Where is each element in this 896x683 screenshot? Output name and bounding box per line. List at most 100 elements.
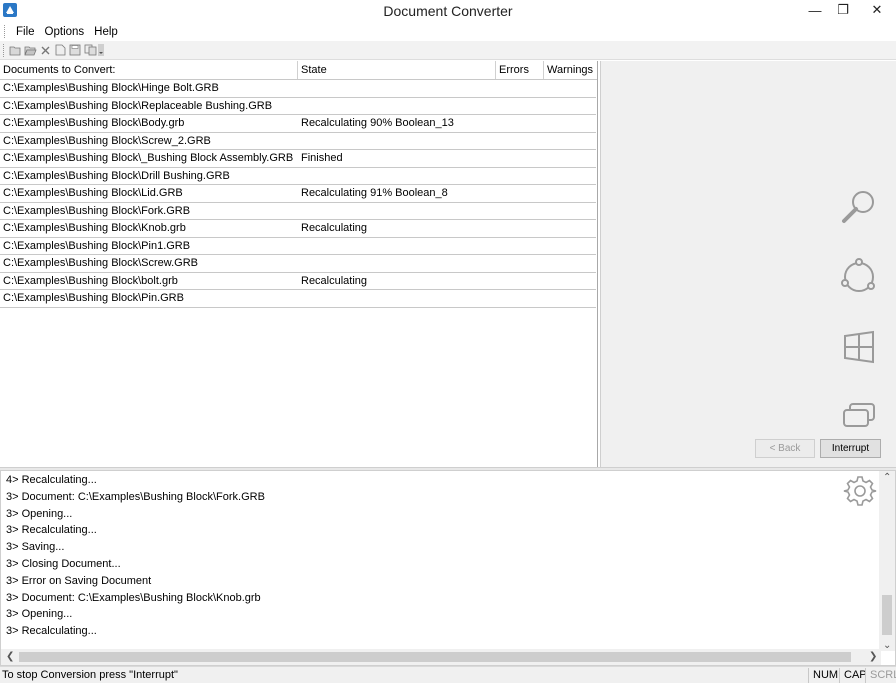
toolbar-overflow-icon[interactable]: [98, 44, 104, 57]
table-row[interactable]: C:\Examples\Bushing Block\Drill Bushing.…: [0, 168, 596, 185]
open-folder-icon[interactable]: [23, 44, 37, 57]
scroll-down-icon[interactable]: ⌄: [883, 640, 891, 651]
log-line: 3> Error on Saving Document: [6, 574, 152, 587]
close-button[interactable]: ✕: [860, 0, 894, 20]
warnings-cell: [544, 185, 594, 202]
table-row[interactable]: C:\Examples\Bushing Block\Replaceable Bu…: [0, 98, 596, 115]
document-cell: C:\Examples\Bushing Block\Hinge Bolt.GRB: [3, 82, 219, 94]
document-cell: C:\Examples\Bushing Block\Lid.GRB: [3, 187, 183, 199]
errors-cell: [496, 273, 544, 290]
column-header-state[interactable]: State: [298, 61, 496, 79]
menu-grip: [4, 25, 7, 38]
errors-cell: [496, 220, 544, 237]
state-cell: Recalculating: [301, 222, 368, 234]
column-header-documents[interactable]: Documents to Convert:: [0, 61, 298, 79]
document-cell: C:\Examples\Bushing Block\Drill Bushing.…: [3, 169, 230, 182]
column-header-errors[interactable]: Errors: [496, 61, 544, 79]
table-row[interactable]: C:\Examples\Bushing Block\_Bushing Block…: [0, 150, 596, 168]
document-icon[interactable]: [53, 44, 67, 57]
maximize-button[interactable]: ❐: [829, 0, 857, 20]
globe-icon[interactable]: [839, 257, 879, 297]
state-cell: [298, 133, 496, 150]
scroll-lock-indicator: SCRL: [865, 668, 896, 683]
dual-screen-icon[interactable]: [839, 397, 879, 437]
table-row[interactable]: C:\Examples\Bushing Block\Fork.GRB: [0, 203, 596, 220]
log-vertical-scrollbar[interactable]: ⌃ ⌄: [879, 471, 895, 651]
document-cell: C:\Examples\Bushing Block\bolt.grb: [3, 274, 178, 287]
table-row[interactable]: C:\Examples\Bushing Block\Screw_2.GRB: [0, 133, 596, 150]
warnings-cell: [544, 220, 594, 237]
scroll-up-icon[interactable]: ⌃: [883, 472, 891, 483]
status-message: To stop Conversion press "Interrupt": [2, 669, 178, 681]
errors-cell: [496, 80, 544, 97]
warnings-cell: [544, 150, 594, 167]
document-cell: C:\Examples\Bushing Block\Body.grb: [3, 117, 185, 129]
title-bar: Document Converter — ❐ ✕: [0, 0, 896, 22]
grid-body: C:\Examples\Bushing Block\Hinge Bolt.GRB…: [0, 80, 597, 308]
log-line: 4> Recalculating...: [6, 474, 97, 486]
document-cell: C:\Examples\Bushing Block\_Bushing Block…: [3, 152, 294, 164]
errors-cell: [496, 150, 544, 167]
warnings-cell: [544, 273, 594, 290]
warnings-cell: [544, 98, 594, 115]
save-icon[interactable]: [68, 44, 82, 57]
delete-icon[interactable]: [38, 44, 52, 57]
table-row[interactable]: C:\Examples\Bushing Block\Lid.GRB Recalcu…: [0, 185, 596, 203]
table-row[interactable]: C:\Examples\Bushing Block\Knob.grb Recalc…: [0, 220, 596, 238]
document-cell: C:\Examples\Bushing Block\Screw.GRB: [3, 257, 199, 269]
menu-bar: File Options Help: [0, 22, 896, 41]
warnings-cell: [544, 238, 594, 255]
horizontal-scroll-thumb[interactable]: [19, 652, 851, 662]
log-line: 3> Recalculating...: [6, 524, 97, 537]
state-cell: [298, 203, 496, 220]
table-row[interactable]: C:\Examples\Bushing Block\Body.grb Recalc…: [0, 115, 596, 133]
scroll-left-icon[interactable]: ❮: [6, 651, 14, 662]
column-header-warnings[interactable]: Warnings: [544, 61, 594, 79]
errors-cell: [496, 203, 544, 220]
document-cell: C:\Examples\Bushing Block\Fork.GRB: [3, 204, 191, 217]
menu-options[interactable]: Options: [41, 26, 89, 38]
state-cell: [298, 98, 496, 115]
warnings-cell: [544, 168, 594, 185]
document-cell: C:\Examples\Bushing Block\Pin.GRB: [3, 292, 184, 304]
num-lock-indicator: NUM: [808, 668, 842, 683]
errors-cell: [496, 168, 544, 185]
warnings-cell: [544, 80, 594, 97]
state-cell: Recalculating 90% Boolean_13: [301, 117, 454, 129]
status-bar: To stop Conversion press "Interrupt" NUM…: [0, 666, 896, 683]
window-title: Document Converter: [383, 3, 513, 19]
errors-cell: [496, 255, 544, 272]
log-line: 3> Closing Document...: [6, 558, 121, 570]
windows-icon[interactable]: [839, 327, 879, 367]
scroll-right-icon[interactable]: ❯: [869, 651, 877, 662]
table-row[interactable]: C:\Examples\Bushing Block\bolt.grb Recalc…: [0, 273, 596, 290]
open-icon[interactable]: [8, 44, 22, 57]
errors-cell: [496, 238, 544, 255]
vertical-scroll-thumb[interactable]: [882, 595, 892, 635]
document-cell: C:\Examples\Bushing Block\Replaceable Bu…: [3, 99, 273, 112]
log-line: 3> Opening...: [6, 507, 73, 520]
table-row[interactable]: C:\Examples\Bushing Block\Hinge Bolt.GRB: [0, 80, 596, 98]
state-cell: [298, 80, 496, 97]
errors-cell: [496, 115, 544, 132]
log-horizontal-scrollbar[interactable]: ❮ ❯: [1, 649, 881, 665]
warnings-cell: [544, 255, 594, 272]
gear-icon[interactable]: [843, 474, 877, 508]
toolbar-grip: [3, 43, 6, 57]
copy-icon[interactable]: [83, 44, 97, 57]
menu-help[interactable]: Help: [90, 26, 122, 38]
warnings-cell: [544, 133, 594, 150]
table-row[interactable]: C:\Examples\Bushing Block\Pin.GRB: [0, 290, 596, 308]
menu-file[interactable]: File: [12, 26, 39, 38]
minimize-button[interactable]: —: [801, 0, 829, 20]
table-row[interactable]: C:\Examples\Bushing Block\Screw.GRB: [0, 255, 596, 273]
document-cell: C:\Examples\Bushing Block\Screw_2.GRB: [3, 134, 211, 147]
back-button[interactable]: < Back: [755, 439, 815, 458]
interrupt-button[interactable]: Interrupt: [820, 439, 881, 458]
log-line: 3> Opening...: [6, 608, 73, 621]
errors-cell: [496, 290, 544, 307]
search-icon[interactable]: [839, 187, 879, 227]
table-row[interactable]: C:\Examples\Bushing Block\Pin1.GRB: [0, 238, 596, 255]
warnings-cell: [544, 115, 594, 132]
errors-cell: [496, 98, 544, 115]
